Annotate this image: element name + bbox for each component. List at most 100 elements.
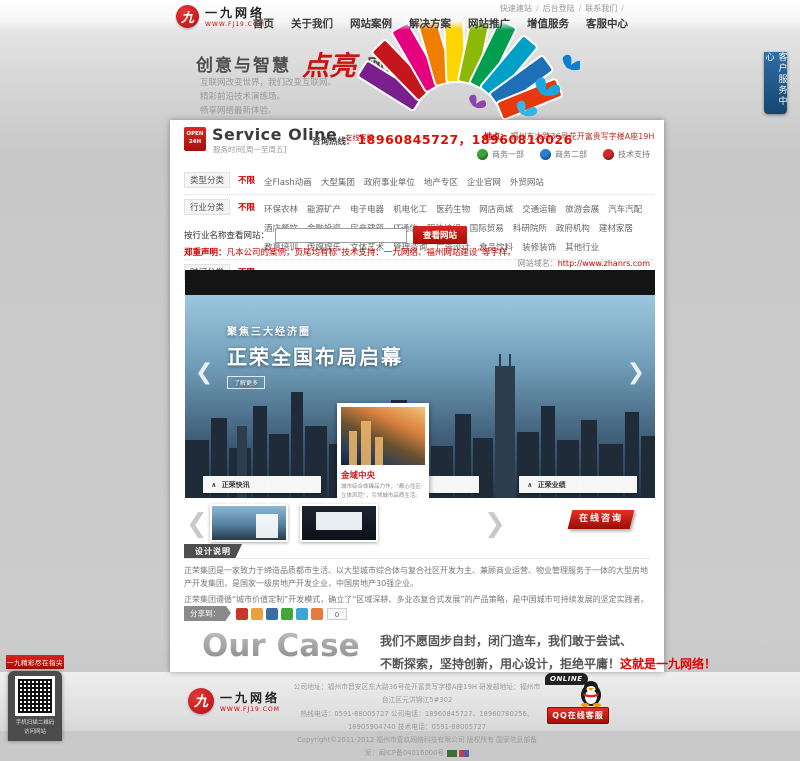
filter-item[interactable]: 科研院所 (513, 224, 547, 234)
filter-item[interactable]: 外贸网站 (510, 178, 544, 188)
qq-contact[interactable]: 技术支持 (603, 149, 650, 160)
property-title: 金域中央 (341, 469, 425, 481)
design-note-tag: 设计说明 (184, 544, 242, 559)
cert-badge-icon (447, 750, 457, 757)
filter-items: 全Flash动画大型集团政府事业单位地产专区企业官网外贸网站 (264, 172, 654, 191)
filter-item[interactable]: 环保农林 (264, 205, 298, 215)
qq-online-button[interactable]: QQ在线客服 (547, 707, 609, 724)
slide-headline-big: 正荣全国布局启幕 (227, 341, 403, 370)
main-nav-item[interactable]: 关于我们 (291, 16, 333, 31)
topbar-link[interactable]: 联系我们 (585, 4, 617, 13)
main-nav-item[interactable]: 网站案例 (350, 16, 392, 31)
case-thumbnail[interactable] (210, 504, 288, 542)
qq-contact[interactable]: 商务一部 (477, 149, 524, 160)
main-nav-item[interactable]: 首页 (253, 16, 274, 31)
filter-item[interactable]: 大型集团 (321, 178, 355, 188)
qr-code (15, 676, 55, 716)
main-nav-item[interactable]: 增值服务 (527, 16, 569, 31)
our-case-line2-red: 这就是一九网络！ (620, 657, 716, 671)
qq-contact-label: 商务一部 (492, 149, 524, 160)
address-text: 福州东大路36号花开富贵写字楼A座19H (511, 132, 655, 141)
footer-copyright-line: Copyright©2011-2012 福州市壹玖网络科技有限公司 版权所有 国… (292, 734, 542, 761)
our-case-slogan: 我们不愿固步自封，闭门造车，我们敢于尝试、 不断探索，坚持创新，用心设计，拒绝平… (380, 630, 716, 676)
share-icon[interactable] (281, 608, 293, 620)
thumbs-prev-arrow[interactable]: ❮ (186, 506, 208, 542)
filter-item[interactable]: 政府事业单位 (364, 178, 415, 188)
address-label: 地点： (484, 132, 508, 141)
qr-caption: 手机扫描二维码 访问网站 (8, 719, 62, 737)
share-icon[interactable] (236, 608, 248, 620)
filter-any[interactable]: 不限 (238, 201, 255, 213)
share-icon[interactable] (296, 608, 308, 620)
filter-item[interactable]: 电子电器 (350, 205, 384, 215)
filter-row-type: 类型分类 不限 全Flash动画大型集团政府事业单位地产专区企业官网外贸网站 (184, 168, 654, 195)
search-label: 按行业名称查看网站： (184, 229, 269, 241)
design-note-paragraph: 正荣集团是一家致力于缔造品质都市生活、以大型城市综合体与复合社区开发为主、兼顾商… (184, 564, 652, 590)
property-card[interactable]: 金域中央 城市综合体臻品力作，“都心住区·立体风范”，引领城市品质生活。 更多 … (337, 403, 429, 498)
domain-label: 网站域名： (518, 259, 558, 268)
search-input[interactable] (275, 228, 407, 243)
cert-badges (447, 750, 469, 757)
filter-item[interactable]: 机电化工 (393, 205, 427, 215)
mobile-widget-tab[interactable]: 一九精彩尽在指尖 (6, 655, 64, 669)
company-address: 地点： 福州东大路36号花开富贵写字楼A座19H (484, 131, 654, 142)
qq-icon (603, 149, 614, 160)
main-nav-item[interactable]: 网站推广 (468, 16, 510, 31)
topbar-links: 快速建站/后台登陆/联系我们/ (500, 3, 628, 14)
filter-item[interactable]: 国际贸易 (470, 224, 504, 234)
filter-item[interactable]: 旅游会展 (565, 205, 599, 215)
cert-badge-icon (459, 750, 469, 757)
design-note-text: 正荣集团是一家致力于缔造品质都市生活、以大型城市综合体与复合社区开发为主、兼顾商… (184, 564, 652, 610)
filter-item[interactable]: 企业官网 (467, 178, 501, 188)
filter-item[interactable]: 网店商城 (479, 205, 513, 215)
qq-icon (540, 149, 551, 160)
filter-any[interactable]: 不限 (238, 174, 255, 186)
service-hours: 服务时间[周一至周五] (213, 144, 286, 155)
filter-item[interactable]: 地产专区 (424, 178, 458, 188)
share-icon[interactable] (251, 608, 263, 620)
qq-contact[interactable]: 商务二部 (540, 149, 587, 160)
filter-item[interactable]: 其他行业 (565, 243, 599, 253)
thumbs-next-arrow[interactable]: ❯ (484, 506, 506, 542)
slide-headline-small: 聚焦三大经济圈 (227, 323, 403, 338)
service-bar: OPEN24H Service Oline 在线客服 服务时间[周一至周五] 咨… (184, 125, 654, 165)
filter-item[interactable]: 全Flash动画 (264, 178, 312, 188)
share-icon[interactable] (311, 608, 323, 620)
qq-contact-label: 商务二部 (555, 149, 587, 160)
bottom-tab-achievements[interactable]: ∧ 正荣业绩 (519, 476, 637, 493)
our-case-title: Our Case (202, 628, 360, 664)
customer-service-tab[interactable]: 客户服务中心 (764, 52, 787, 114)
filter-item[interactable]: 装修装饰 (522, 243, 556, 253)
share-icon[interactable] (266, 608, 278, 620)
property-render-image (341, 407, 425, 465)
domain-link[interactable]: http://www.zhanrs.com (558, 259, 650, 268)
filter-item[interactable]: 医药生物 (436, 205, 470, 215)
online-consult-button[interactable]: 在线咨询 (568, 510, 635, 529)
topbar-separator: / (621, 4, 624, 13)
filter-item[interactable]: 政府机构 (556, 224, 590, 234)
topbar-link[interactable]: 快速建站 (500, 4, 532, 13)
slogan-left: 创意与智慧 (196, 56, 291, 76)
case-thumbnail[interactable] (300, 504, 378, 542)
qq-penguin-icon (579, 679, 603, 707)
main-nav-item[interactable]: 客服中心 (586, 16, 628, 31)
search-button[interactable]: 查看网站 (413, 226, 467, 244)
site-logo[interactable]: 九 一九网络 WWW.FJ19.COM (176, 4, 265, 28)
filter-item[interactable]: 交通运输 (522, 205, 556, 215)
qq-contact-label: 技术支持 (618, 149, 650, 160)
slide-more-button[interactable]: 了解更多 (227, 376, 265, 389)
main-nav-item[interactable]: 解决方案 (409, 16, 451, 31)
search-row: 按行业名称查看网站： 查看网站 (184, 226, 467, 244)
footer: 九 一九网络 WWW.FJ19.COM 公司地址：福州市晋安区东大路36号花开富… (0, 672, 800, 731)
filter-item[interactable]: 能源矿产 (307, 205, 341, 215)
slide-prev-arrow[interactable]: ❮ (195, 362, 213, 384)
page-background: 九 一九网络 WWW.FJ19.COM 快速建站/后台登陆/联系我们/ 首页关于… (0, 0, 800, 731)
footer-brand-name: 一九网络 (220, 689, 280, 706)
filter-item[interactable]: 汽车汽配 (608, 205, 642, 215)
topbar-link[interactable]: 后台登陆 (543, 4, 575, 13)
slide-headline: 聚焦三大经济圈 正荣全国布局启幕 了解更多 (227, 323, 403, 389)
divider (184, 558, 650, 559)
slide-next-arrow[interactable]: ❯ (627, 362, 645, 384)
bottom-tab-news[interactable]: ∧ 正荣快讯 (203, 476, 321, 493)
filter-item[interactable]: 建材家居 (599, 224, 633, 234)
